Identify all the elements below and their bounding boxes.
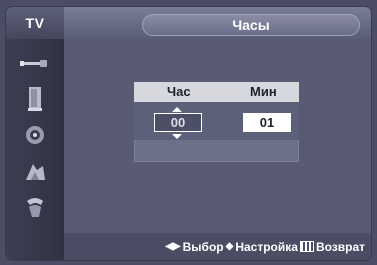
hour-up-arrow-icon[interactable] xyxy=(172,107,182,112)
sidebar-item-sound[interactable] xyxy=(12,119,58,151)
osd-window: TV Часы Час Мин 00 01 ◀▶ Выбор ◆ Настрой… xyxy=(6,7,371,260)
sound-icon xyxy=(26,126,44,144)
sidebar: TV xyxy=(6,7,65,260)
help-adjust-label: Настройка xyxy=(235,239,298,254)
hour-label: Час xyxy=(167,84,191,99)
clock-header: Час Мин xyxy=(134,82,299,102)
setup-icon xyxy=(27,198,43,217)
title-bar: Часы xyxy=(64,7,371,39)
antenna-icon xyxy=(20,60,47,67)
minute-field[interactable]: 01 xyxy=(243,113,291,132)
minute-label: Мин xyxy=(250,84,277,99)
help-hints: ◀▶ Выбор ◆ Настройка Возврат xyxy=(165,238,365,255)
sidebar-item-setup[interactable] xyxy=(12,191,58,223)
sidebar-title: TV xyxy=(6,7,64,39)
left-right-arrows-icon: ◀▶ xyxy=(165,241,181,252)
help-return-label: Возврат xyxy=(315,239,365,254)
channel-icon xyxy=(26,164,45,180)
sidebar-item-channel[interactable] xyxy=(12,155,58,187)
sidebar-item-picture[interactable] xyxy=(12,83,58,115)
main-panel: Час Мин 00 01 xyxy=(64,39,371,260)
picture-icon xyxy=(28,87,42,111)
hour-down-arrow-icon[interactable] xyxy=(172,134,182,139)
up-down-arrows-icon: ◆ xyxy=(225,241,234,252)
tv-screen: TV Часы Час Мин 00 01 ◀▶ Выбор ◆ Настрой… xyxy=(0,0,377,265)
help-bar: ◀▶ Выбор ◆ Настройка Возврат xyxy=(64,233,371,260)
menu-icon xyxy=(299,241,314,252)
hour-field[interactable]: 00 xyxy=(154,113,202,132)
sidebar-item-input[interactable] xyxy=(12,47,58,79)
page-title: Часы xyxy=(142,14,360,36)
help-select-label: Выбор xyxy=(182,239,224,254)
clock-panel: Час Мин 00 01 xyxy=(134,82,299,162)
